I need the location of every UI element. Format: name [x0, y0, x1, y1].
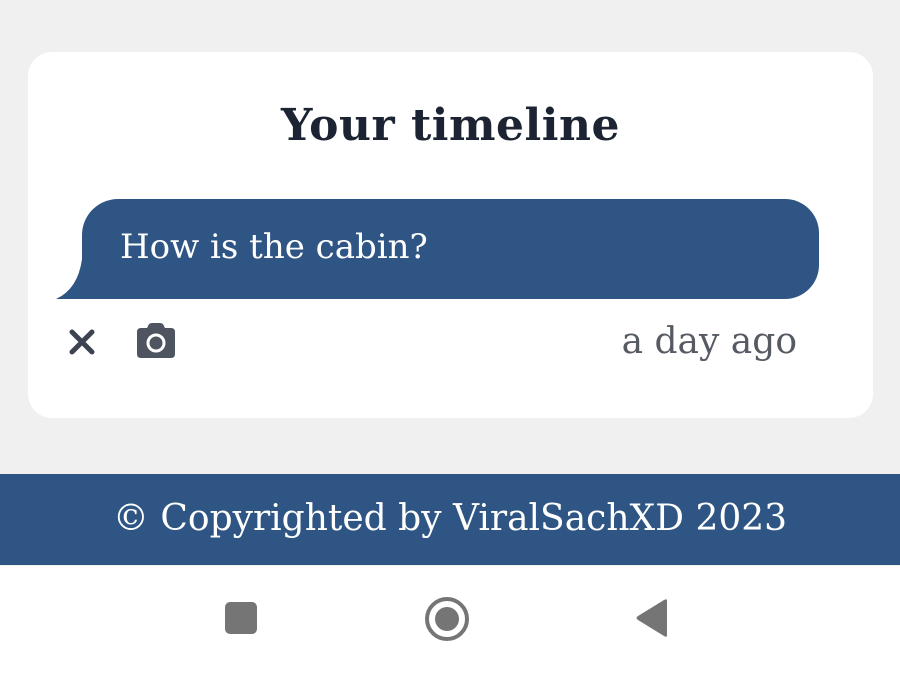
message-timestamp: a day ago — [621, 321, 797, 362]
delete-message-button[interactable] — [64, 324, 100, 360]
triangle-back-icon — [636, 599, 667, 637]
camera-icon — [137, 323, 175, 358]
message-bubble[interactable]: How is the cabin? — [82, 199, 819, 299]
message-text: How is the cabin? — [120, 227, 428, 267]
footer: © Copyrighted by ViralSachXD 2023 — [0, 474, 900, 565]
home-button[interactable] — [422, 594, 472, 644]
close-icon — [69, 329, 95, 355]
square-icon — [225, 602, 257, 634]
recents-button[interactable] — [222, 599, 260, 637]
android-nav-bar — [0, 566, 900, 673]
page-title: Your timeline — [281, 100, 620, 151]
camera-button[interactable] — [134, 322, 178, 360]
circle-icon — [425, 597, 469, 641]
back-button[interactable] — [632, 596, 672, 640]
copyright-text: © Copyrighted by ViralSachXD 2023 — [112, 498, 788, 539]
